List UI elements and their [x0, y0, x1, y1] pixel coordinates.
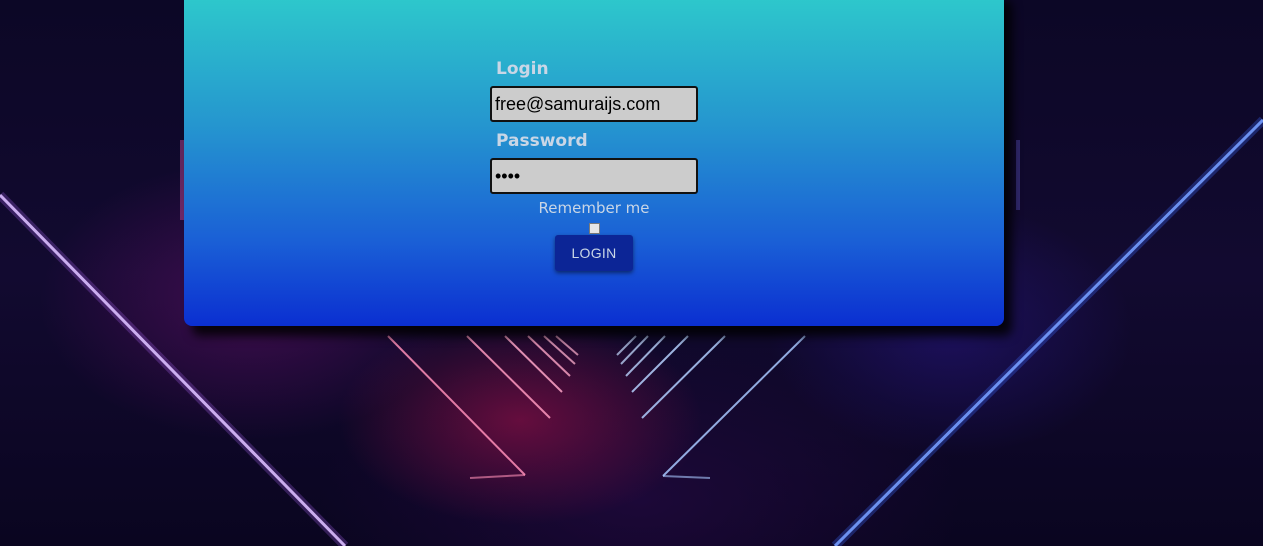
page: Login Password Remember me LOGIN [0, 0, 1263, 546]
password-input[interactable] [490, 158, 698, 194]
login-form: Login Password Remember me LOGIN [490, 58, 698, 271]
login-label: Login [496, 59, 549, 79]
login-input[interactable] [490, 86, 698, 122]
password-label: Password [496, 131, 588, 151]
remember-me-row [490, 219, 698, 234]
login-button[interactable]: LOGIN [555, 235, 633, 271]
submit-row: LOGIN [490, 235, 698, 271]
remember-me-label: Remember me [538, 199, 650, 217]
remember-me-checkbox[interactable] [588, 223, 600, 234]
